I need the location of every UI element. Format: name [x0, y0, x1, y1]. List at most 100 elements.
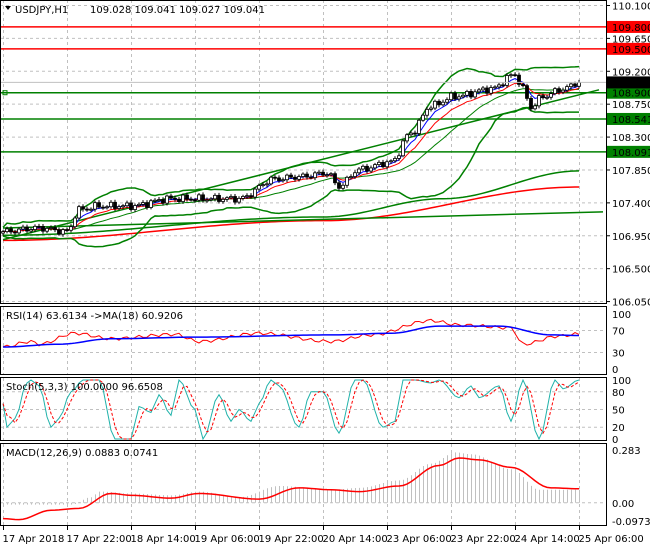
candle-bear: [13, 231, 17, 234]
candle-bear: [53, 227, 57, 231]
stoch-axis-label: 20: [612, 423, 625, 434]
candle-bear: [273, 176, 277, 179]
candle-bear: [129, 202, 133, 210]
stoch-axis-label: 100: [612, 376, 631, 387]
candle-bull: [481, 87, 485, 91]
candle-bear: [145, 202, 149, 208]
candle-bull: [141, 202, 145, 205]
candle-bull: [441, 101, 445, 106]
candle-bear: [573, 83, 577, 87]
candle-bull: [401, 140, 405, 157]
candle-bull: [181, 194, 185, 202]
candle-bull: [497, 84, 501, 88]
candle-bull: [117, 206, 121, 209]
price-axis-label: 108.750: [612, 100, 650, 111]
level-price-label: 109.800: [612, 23, 650, 34]
candle-bear: [173, 197, 177, 200]
candle-bull: [353, 172, 357, 177]
stoch-axis-label: 80: [612, 388, 625, 399]
candle-bull: [393, 158, 397, 162]
candle-bull: [33, 225, 37, 230]
candle-bear: [169, 195, 173, 199]
candle-bull: [285, 174, 289, 181]
candle-bull: [1, 231, 5, 234]
candle-bull: [537, 95, 541, 107]
candle-bull: [493, 86, 497, 89]
candle-bull: [133, 205, 137, 210]
candle-bear: [413, 132, 417, 135]
candle-bull: [93, 202, 97, 210]
candle-bear: [217, 194, 221, 202]
candle-bear: [521, 83, 525, 87]
candle-bull: [73, 217, 77, 228]
ohlc-values: 109.028 109.041 109.027 109.041: [90, 5, 265, 16]
stoch-axis-label: 50: [612, 406, 625, 417]
rsi-axis-label: 70: [612, 327, 625, 338]
candle-bull: [281, 179, 285, 182]
candle-bull: [269, 176, 273, 185]
candle-bull: [137, 203, 141, 206]
candle-bull: [297, 176, 301, 180]
candle-bear: [517, 74, 521, 85]
candle-bull: [325, 174, 329, 177]
candle-bear: [529, 98, 533, 110]
time-label: 17 Apr 2018: [3, 534, 65, 545]
candle-bull: [421, 114, 425, 121]
candle-bull: [77, 206, 81, 219]
candle-bear: [525, 85, 529, 99]
candle-bull: [317, 171, 321, 174]
candle-bull: [349, 176, 353, 178]
candle-bear: [333, 173, 337, 184]
candle-bear: [193, 199, 197, 202]
candle-bear: [541, 95, 545, 99]
candle-bull: [549, 93, 553, 98]
candle-bear: [453, 92, 457, 100]
candle-bull: [561, 89, 565, 93]
candle-bear: [277, 177, 281, 182]
candle-bull: [405, 134, 409, 142]
candle-bear: [97, 202, 101, 208]
candle-bull: [21, 226, 25, 230]
candle-bull: [369, 167, 373, 172]
price-axis-label: 110.100: [612, 2, 650, 13]
time-label: 19 Apr 06:00: [195, 534, 260, 545]
candle-bull: [389, 160, 393, 163]
candle-bear: [189, 198, 193, 201]
candle-bull: [473, 91, 477, 98]
candle-bull: [329, 173, 333, 176]
candle-bull: [345, 176, 349, 186]
candle-bull: [197, 194, 201, 201]
candle-bull: [221, 198, 225, 202]
candle-bull: [429, 107, 433, 110]
stoch-axis-label: 0: [612, 435, 618, 446]
candle-bear: [381, 161, 385, 168]
time-label: 18 Apr 14:00: [131, 534, 196, 545]
stoch-label: Stoch(5,3,3) 100.0000 96.6508: [6, 382, 163, 393]
candle-bear: [185, 194, 189, 200]
macd-axis-label: 0.283: [612, 446, 641, 457]
candle-bull: [361, 165, 365, 170]
candle-bull: [477, 89, 481, 93]
time-label: 24 Apr 14:00: [515, 534, 580, 545]
candle-bull: [105, 206, 109, 209]
candle-bull: [433, 100, 437, 109]
candle-bull: [577, 82, 581, 87]
candle-bull: [409, 132, 413, 136]
candle-bear: [9, 228, 13, 233]
candle-bull: [229, 196, 233, 199]
trading-chart[interactable]: 17 Apr 2018 17 Apr 22:0018 Apr 14:0019 Ap…: [0, 0, 650, 550]
candle-bear: [65, 229, 69, 232]
price-axis-label: 107.850: [612, 166, 650, 177]
candle-bull: [545, 96, 549, 99]
candle-bull: [69, 226, 73, 231]
candle-bull: [449, 92, 453, 101]
candle-bull: [253, 188, 257, 198]
candle-bear: [201, 194, 205, 201]
candle-bear: [485, 87, 489, 94]
rsi-axis-label: 100: [612, 310, 631, 321]
candle-bull: [505, 75, 509, 86]
candle-bull: [373, 164, 377, 169]
candle-bull: [5, 228, 9, 233]
candle-bear: [321, 171, 325, 176]
candle-bear: [85, 208, 89, 211]
